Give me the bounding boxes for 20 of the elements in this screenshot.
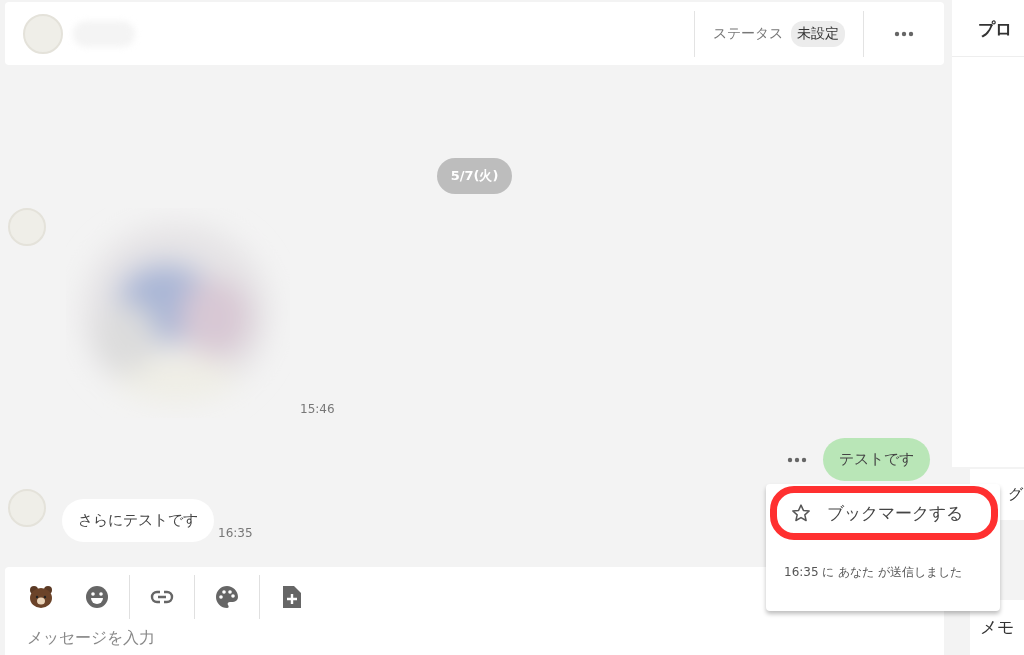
avatar xyxy=(8,208,46,246)
more-icon[interactable] xyxy=(787,456,807,463)
star-icon xyxy=(791,503,811,523)
sent-info: 16:35 に あなた が送信しました xyxy=(783,564,964,581)
bear-icon[interactable] xyxy=(29,585,53,609)
smiley-icon[interactable] xyxy=(85,585,109,609)
message-bubble: さらにテストです xyxy=(62,499,214,542)
date-chip: 5/7(火) xyxy=(436,158,513,194)
avatar xyxy=(8,489,46,527)
status-badge[interactable]: 未設定 xyxy=(791,20,845,47)
avatar xyxy=(23,13,63,54)
message-input[interactable]: メッセージを入力 xyxy=(27,625,427,649)
message-time: 15:46 xyxy=(300,402,335,416)
add-file-icon[interactable] xyxy=(280,585,304,609)
palette-icon[interactable] xyxy=(215,585,239,609)
bookmark-menu-item[interactable]: ブックマークする xyxy=(770,486,998,540)
message-time: 16:35 xyxy=(218,526,253,540)
status-label: ステータス xyxy=(713,24,783,43)
message-bubble: テストです xyxy=(823,438,930,481)
more-icon[interactable] xyxy=(894,30,914,37)
